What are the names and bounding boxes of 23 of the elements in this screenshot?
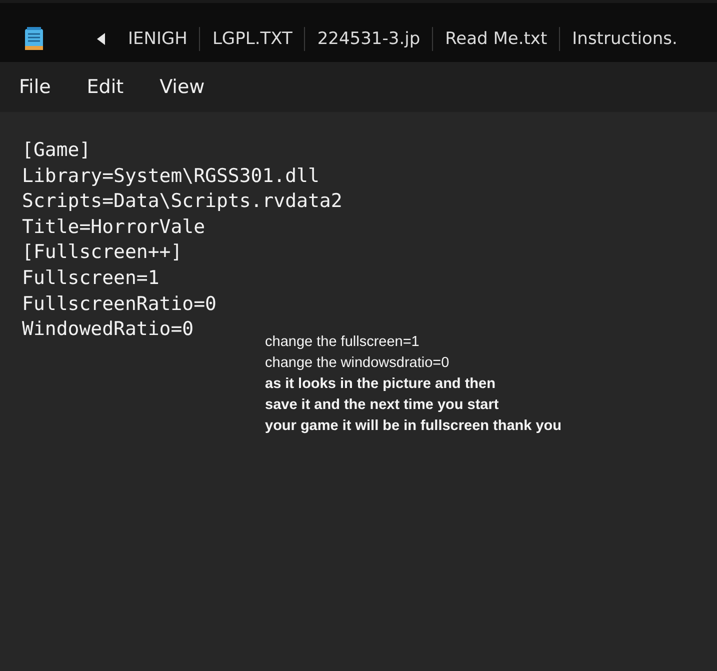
- file-tab[interactable]: 224531-3.jp: [305, 28, 432, 48]
- code-line: Scripts=Data\Scripts.rvdata2: [22, 189, 342, 214]
- scroll-left-icon[interactable]: [96, 32, 106, 44]
- annotation-text: as it looks in the picture and then: [265, 375, 496, 394]
- annotation-text: your game it will be in fullscreen thank you: [265, 417, 562, 436]
- file-tab[interactable]: Read Me.txt: [433, 28, 560, 48]
- file-tab[interactable]: Instructions.: [560, 28, 690, 48]
- code-line: WindowedRatio=0: [22, 317, 194, 342]
- file-tab[interactable]: LGPL.TXT: [200, 28, 304, 48]
- code-line: FullscreenRatio=0: [22, 292, 216, 317]
- annotation-text: change the fullscreen=1: [265, 333, 420, 352]
- annotation-text: save it and the next time you start: [265, 396, 499, 415]
- code-line: Fullscreen=1: [22, 266, 160, 291]
- menu-item[interactable]: File: [19, 76, 51, 98]
- menu-item[interactable]: View: [160, 76, 205, 98]
- code-line: Title=HorrorVale: [22, 214, 206, 240]
- notepad-icon: [24, 26, 44, 50]
- file-tab[interactable]: IENIGH: [128, 28, 200, 48]
- menu-item[interactable]: Edit: [86, 76, 124, 98]
- code-line: [Fullscreen++]: [22, 240, 182, 266]
- code-line: [Game]: [22, 138, 91, 163]
- code-line: Library=System\RGSS301.dll: [22, 164, 320, 189]
- annotation-text: change the windowsdratio=0: [265, 354, 450, 373]
